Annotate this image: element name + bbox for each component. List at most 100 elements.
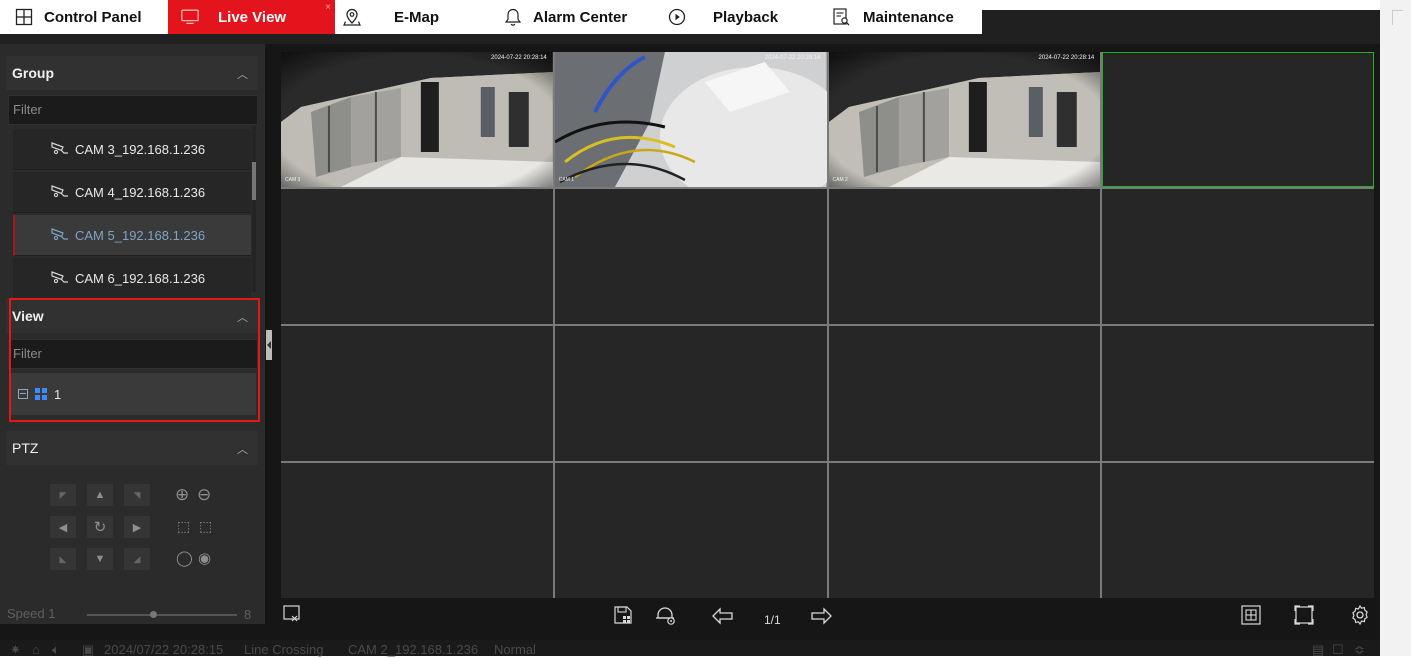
video-cell[interactable] xyxy=(828,189,1101,324)
ptz-left-button[interactable]: ◀ xyxy=(50,516,76,538)
video-cell[interactable] xyxy=(281,189,553,324)
monitor-icon xyxy=(180,7,200,27)
ptz-speed-slider[interactable]: Speed 1 8 xyxy=(7,606,259,626)
tab-label: Playback xyxy=(713,8,779,26)
camera-list-item[interactable]: CAM 6_192.168.1.236 xyxy=(13,258,251,299)
camera-settings-icon[interactable] xyxy=(654,604,678,631)
ptz-down-right-button[interactable]: ◢ xyxy=(124,548,150,570)
camera-icon xyxy=(50,269,72,288)
tab-e-map[interactable]: E-Map xyxy=(335,0,485,34)
ptz-section-header[interactable]: PTZ ︿ xyxy=(6,431,258,465)
tab-control-panel[interactable]: Control Panel xyxy=(0,0,168,34)
video-cell[interactable] xyxy=(828,326,1101,461)
view-highlight-box xyxy=(9,298,260,422)
camera-list-item[interactable]: CAM 3_192.168.1.236 xyxy=(13,129,251,170)
timestamp-overlay: 2024-07-22 20:28:14 xyxy=(1038,55,1095,61)
camera-label: CAM 4_192.168.1.236 xyxy=(75,184,206,200)
save-view-icon[interactable] xyxy=(612,604,634,631)
speed-value: 1 xyxy=(48,606,56,621)
iris-close-icon[interactable]: ◉ xyxy=(198,549,211,567)
ptz-up-right-button[interactable]: ◥ xyxy=(124,484,150,506)
tab-label: Maintenance xyxy=(863,8,954,26)
video-cell[interactable] xyxy=(1102,189,1374,324)
status-bar: ✷ ⌂ 🔈︎ ▣ 2024/07/22 20:28:15 Line Crossi… xyxy=(0,640,1380,657)
bell-icon xyxy=(503,7,523,27)
zoom-in-icon[interactable]: ⊕ xyxy=(175,485,189,505)
tab-label: Control Panel xyxy=(44,8,142,26)
page-indicator: 1/1 xyxy=(764,613,781,627)
screen-layout-icon[interactable] xyxy=(1240,604,1262,631)
tab-label: Alarm Center xyxy=(533,8,628,26)
video-cell[interactable] xyxy=(281,463,553,598)
section-title: Group xyxy=(12,65,54,81)
video-cell[interactable] xyxy=(1102,463,1374,598)
status-camera: CAM 2_192.168.1.236 xyxy=(348,642,479,657)
zoom-out-icon[interactable]: ⊖ xyxy=(197,485,211,505)
tab-live-view[interactable]: Live View × xyxy=(168,0,335,34)
camera-name-overlay: CAM 2 xyxy=(832,177,848,183)
video-grid: 2024-07-22 20:28:14 CAM 3 2024-07-22 20:… xyxy=(281,52,1374,598)
camera-icon xyxy=(50,140,72,159)
video-cell[interactable] xyxy=(554,326,827,461)
ptz-up-button[interactable]: ▲ xyxy=(87,484,113,506)
ptz-down-button[interactable]: ▼ xyxy=(87,548,113,570)
group-filter-input[interactable]: Filter xyxy=(8,95,258,125)
video-cell[interactable]: 2024-07-22 20:28:14 CAM 3 xyxy=(281,52,553,187)
fullscreen-icon[interactable] xyxy=(1293,604,1315,631)
camera-feed-image xyxy=(554,52,827,187)
settings-gear-icon[interactable] xyxy=(1349,604,1371,631)
maintenance-icon xyxy=(831,7,851,27)
speed-max: 8 xyxy=(244,607,252,622)
status-event: Line Crossing xyxy=(244,642,324,657)
camera-label: CAM 5_192.168.1.236 xyxy=(75,227,206,243)
focus-near-icon[interactable]: ⬚ xyxy=(177,518,190,535)
map-pin-icon xyxy=(342,7,362,27)
camera-feed-image xyxy=(281,52,553,187)
speed-label: Speed xyxy=(7,606,45,621)
camera-list-item[interactable]: CAM 4_192.168.1.236 xyxy=(13,172,251,213)
close-all-preview-icon[interactable] xyxy=(282,604,302,629)
camera-icon xyxy=(50,183,72,202)
next-page-icon[interactable] xyxy=(808,606,834,631)
camera-label: CAM 6_192.168.1.236 xyxy=(75,270,206,286)
speed-track[interactable] xyxy=(87,614,237,616)
grid-icon xyxy=(14,7,34,27)
video-cell[interactable] xyxy=(554,463,827,598)
video-cell[interactable] xyxy=(281,326,553,461)
group-scrollbar-track[interactable] xyxy=(252,126,256,292)
collapse-caret-icon[interactable]: ︿ xyxy=(237,441,248,457)
camera-name-overlay: CAM 1 xyxy=(558,177,575,183)
group-section-header[interactable]: Group ︿ xyxy=(6,56,258,90)
close-tab-icon[interactable]: × xyxy=(325,2,331,13)
tab-maintenance[interactable]: Maintenance xyxy=(815,0,982,34)
section-title: PTZ xyxy=(12,440,39,456)
collapse-caret-icon[interactable]: ︿ xyxy=(237,66,248,82)
tab-alarm-center[interactable]: Alarm Center xyxy=(485,0,653,34)
video-cell[interactable] xyxy=(1102,326,1374,461)
focus-far-icon[interactable]: ⬚ xyxy=(199,518,212,535)
play-circle-icon xyxy=(667,7,687,27)
video-cell[interactable] xyxy=(554,189,827,324)
video-cell[interactable]: 2024-07-22 20:28:14 CAM 1 xyxy=(554,52,827,187)
ptz-up-left-button[interactable]: ◤ xyxy=(50,484,76,506)
video-cell-selected[interactable] xyxy=(1102,52,1374,187)
group-scrollbar-thumb[interactable] xyxy=(252,162,256,200)
tab-label: E-Map xyxy=(394,8,439,26)
camera-name-overlay: CAM 3 xyxy=(285,177,301,183)
camera-label: CAM 3_192.168.1.236 xyxy=(75,141,206,157)
status-icon-network: ⌂ xyxy=(32,642,40,657)
sidebar-collapse-handle[interactable] xyxy=(266,330,272,360)
video-cell[interactable]: 2024-07-22 20:28:14 CAM 2 xyxy=(828,52,1101,187)
ptz-down-left-button[interactable]: ◣ xyxy=(50,548,76,570)
tab-playback[interactable]: Playback xyxy=(653,0,815,34)
previous-page-icon[interactable] xyxy=(710,606,736,631)
timestamp-overlay: 2024-07-22 20:28:14 xyxy=(764,55,821,61)
ptz-auto-scan-button[interactable]: ↻ xyxy=(87,516,113,538)
tab-label: Live View xyxy=(218,8,287,26)
video-cell[interactable] xyxy=(828,463,1101,598)
camera-feed-image xyxy=(828,52,1101,187)
speed-knob[interactable] xyxy=(150,611,157,618)
iris-open-icon[interactable]: ◯ xyxy=(176,549,193,567)
camera-list-item-selected[interactable]: CAM 5_192.168.1.236 xyxy=(13,215,251,256)
ptz-right-button[interactable]: ▶ xyxy=(124,516,150,538)
